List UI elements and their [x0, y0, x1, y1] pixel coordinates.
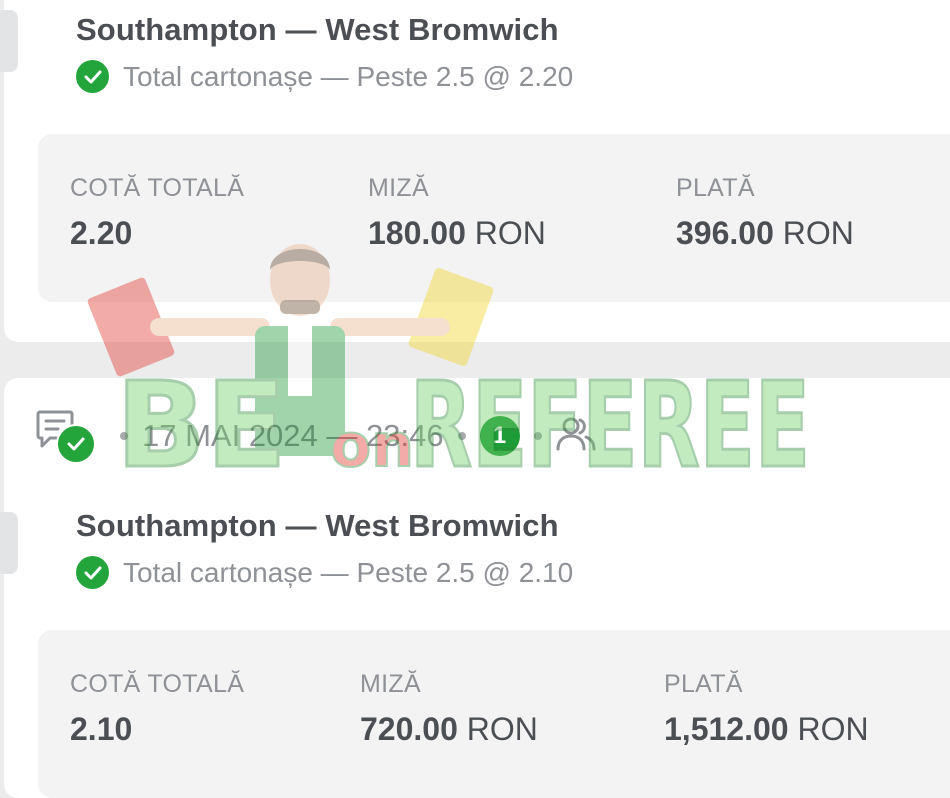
scroll-edge-nub — [0, 10, 18, 72]
payout-amount: 396.00 — [676, 215, 774, 251]
match-title: Southampton — West Bromwich — [76, 508, 559, 543]
total-odds: COTĂ TOTALĂ 2.10 — [70, 670, 244, 748]
total-odds-value: 2.20 — [70, 215, 133, 251]
total-odds-label: COTĂ TOTALĂ — [70, 670, 245, 698]
payout-currency: RON — [797, 711, 869, 747]
pick-row: Total cartonașe — Peste 2.5 @ 2.20 — [76, 60, 573, 93]
scroll-edge-nub — [0, 512, 18, 574]
check-circle-icon — [56, 424, 96, 464]
bet-card-2[interactable]: 17 MAI 2024 — 23:46 1 Southampton — West… — [0, 378, 950, 798]
comment-icon[interactable] — [36, 408, 96, 464]
stake-currency: RON — [466, 711, 538, 747]
payout-label: PLATĂ — [676, 174, 755, 202]
bet-datetime: 17 MAI 2024 — 23:46 — [142, 418, 444, 453]
payout-currency: RON — [782, 215, 854, 251]
separator-dot — [533, 432, 542, 440]
comment-count-badge[interactable]: 1 — [479, 416, 520, 456]
stake-label: MIZĂ — [360, 670, 421, 698]
check-circle-icon — [76, 556, 109, 589]
total-odds-value: 2.10 — [70, 711, 133, 747]
check-circle-icon — [76, 60, 109, 93]
payout: PLATĂ 1,512.00 RON — [664, 670, 869, 748]
users-icon[interactable] — [556, 416, 596, 457]
total-odds-label: COTĂ TOTALĂ — [70, 174, 245, 202]
separator-dot — [120, 432, 128, 440]
stake-amount: 720.00 — [360, 711, 458, 747]
stats-box: COTĂ TOTALĂ 2.20 MIZĂ 180.00 RON PLATĂ 3… — [38, 134, 950, 302]
pick-text: Total cartonașe — Peste 2.5 @ 2.20 — [123, 60, 574, 92]
stake: MIZĂ 720.00 RON — [360, 670, 538, 748]
total-odds: COTĂ TOTALĂ 2.20 — [70, 174, 244, 252]
stats-box: COTĂ TOTALĂ 2.10 MIZĂ 720.00 RON PLATĂ 1… — [38, 630, 950, 798]
stake-amount: 180.00 — [368, 215, 466, 251]
bet-meta-row: 17 MAI 2024 — 23:46 1 — [36, 408, 596, 464]
payout: PLATĂ 396.00 RON — [676, 174, 854, 252]
match-title: Southampton — West Bromwich — [76, 12, 559, 47]
payout-label: PLATĂ — [664, 670, 743, 698]
pick-text: Total cartonașe — Peste 2.5 @ 2.10 — [123, 556, 574, 588]
stake: MIZĂ 180.00 RON — [368, 174, 546, 252]
separator-dot — [457, 432, 466, 440]
pick-row: Total cartonașe — Peste 2.5 @ 2.10 — [76, 556, 573, 589]
bet-card-1[interactable]: Southampton — West Bromwich Total carton… — [0, 0, 950, 342]
payout-amount: 1,512.00 — [664, 711, 789, 747]
stake-currency: RON — [474, 215, 546, 251]
stake-label: MIZĂ — [368, 174, 429, 202]
